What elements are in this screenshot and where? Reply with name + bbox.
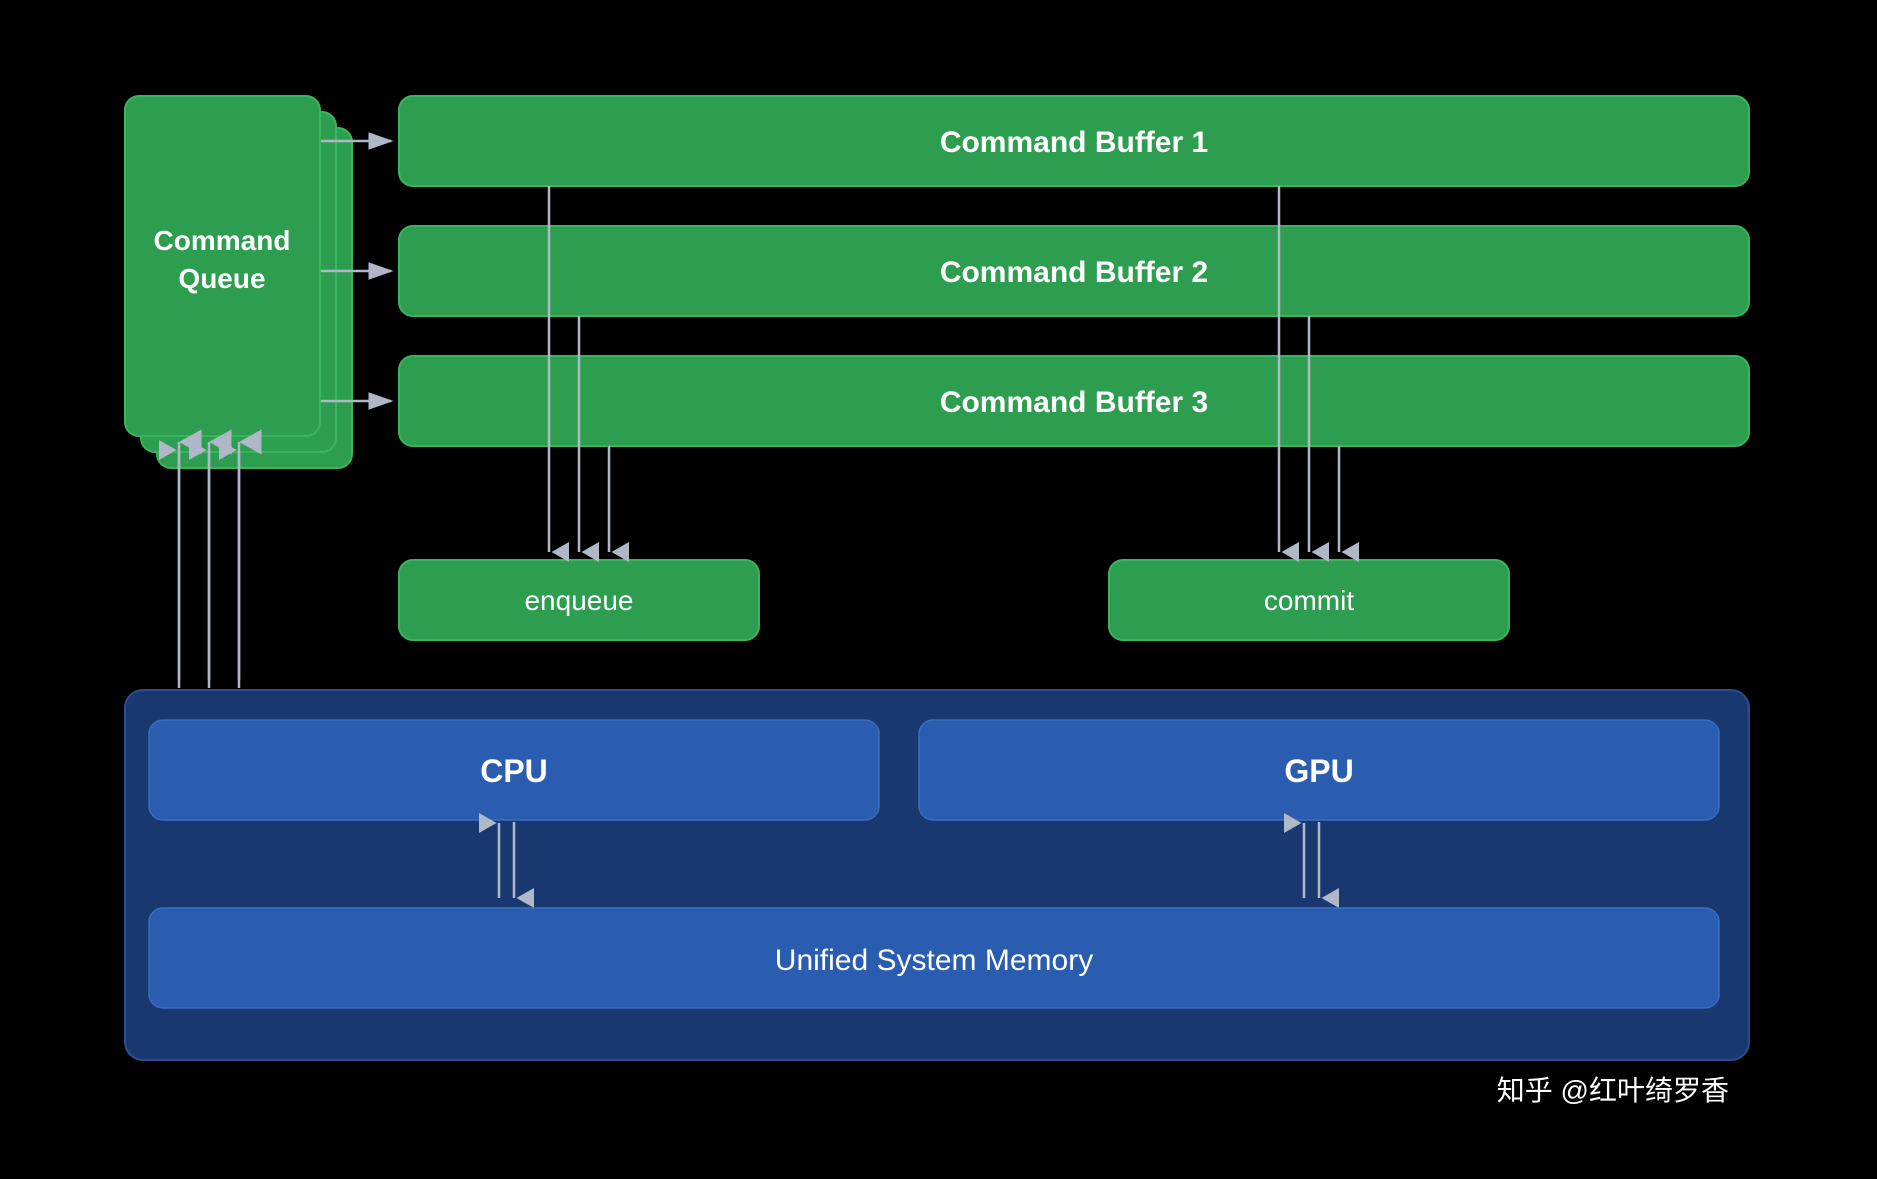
svg-text:Command Buffer 2: Command Buffer 2	[939, 256, 1207, 289]
svg-text:Command Buffer 1: Command Buffer 1	[939, 126, 1207, 159]
svg-text:知乎 @红叶绮罗香: 知乎 @红叶绮罗香	[1496, 1075, 1728, 1106]
svg-text:Queue: Queue	[178, 263, 265, 294]
svg-text:Unified System Memory: Unified System Memory	[774, 944, 1092, 977]
svg-text:Command Buffer 3: Command Buffer 3	[939, 386, 1207, 419]
svg-text:GPU: GPU	[1284, 753, 1353, 789]
svg-text:Command: Command	[153, 225, 290, 256]
svg-text:enqueue: enqueue	[524, 585, 633, 616]
svg-text:CPU: CPU	[480, 753, 548, 789]
svg-text:commit: commit	[1263, 585, 1353, 616]
diagram-container: Command Queue Command Buffer 1 Command B…	[89, 60, 1789, 1120]
